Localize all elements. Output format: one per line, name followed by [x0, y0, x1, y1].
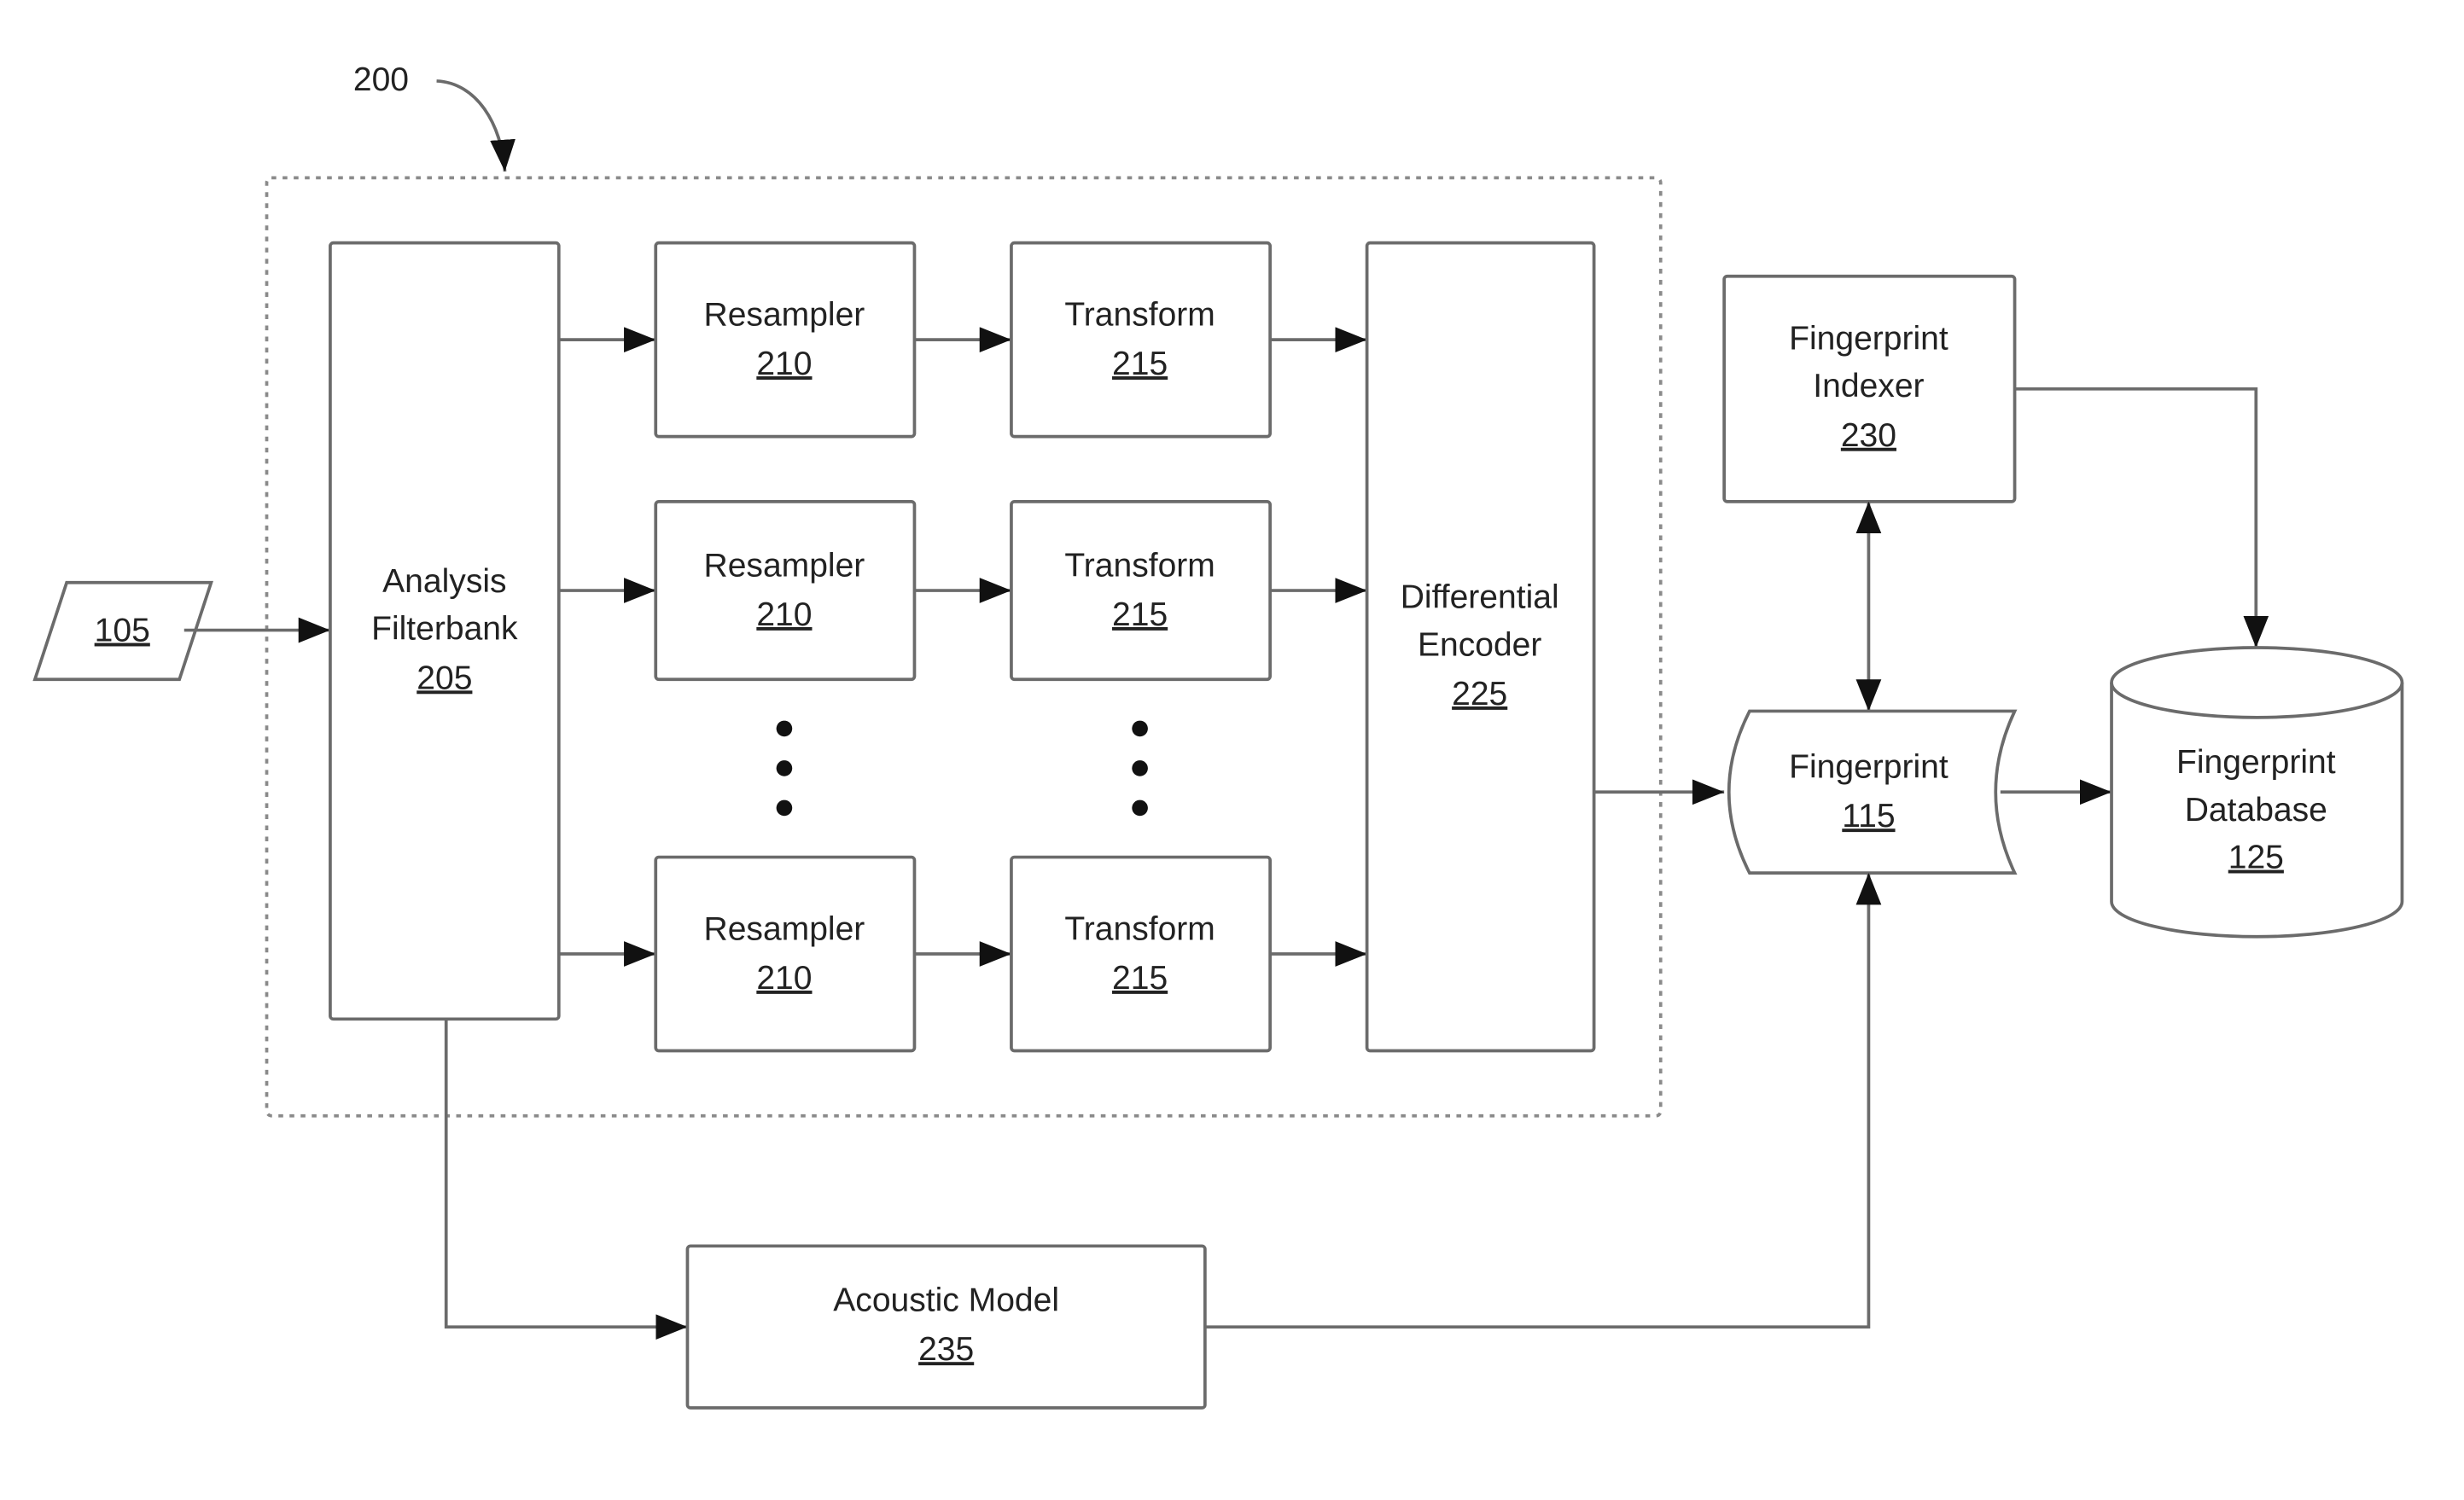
- indexer-label-line2: Indexer: [1813, 368, 1924, 404]
- indexer-number: 230: [1841, 417, 1896, 454]
- reference-label-200: 200: [353, 61, 409, 98]
- resampler-number: 210: [756, 960, 812, 997]
- filterbank-number: 205: [416, 660, 472, 696]
- filterbank-label-line2: Filterbank: [371, 611, 518, 648]
- resampler-210-row2: Resampler 210: [654, 500, 917, 682]
- fingerprint-115: Fingerprint 115: [1727, 709, 2018, 875]
- fingerprint-number: 115: [1842, 798, 1895, 834]
- resampler-label: Resampler: [704, 296, 865, 333]
- filterbank-label-line1: Analysis: [382, 563, 506, 600]
- transform-215-row1: Transform 215: [1010, 241, 1273, 439]
- encoder-label-line2: Encoder: [1418, 626, 1541, 663]
- database-number: 125: [2228, 840, 2284, 876]
- acoustic-model-235: Acoustic Model 235: [685, 1244, 1207, 1410]
- transform-label: Transform: [1064, 547, 1215, 584]
- resampler-label: Resampler: [704, 910, 865, 947]
- transform-number: 215: [1112, 960, 1168, 997]
- resampler-number: 210: [756, 346, 812, 382]
- transform-215-row3: Transform 215: [1010, 855, 1273, 1053]
- block-diagram: 200 105 Analysis Filterbank 205 Resample…: [32, 61, 2404, 1410]
- transform-215-row2: Transform 215: [1010, 500, 1273, 682]
- input-105-number: 105: [95, 613, 150, 649]
- acoustic-model-number: 235: [918, 1331, 974, 1368]
- resampler-label: Resampler: [704, 547, 865, 584]
- analysis-filterbank-205: Analysis Filterbank 205: [329, 241, 561, 1021]
- transform-number: 215: [1112, 346, 1168, 382]
- acoustic-model-label: Acoustic Model: [833, 1282, 1059, 1319]
- resampler-210-row1: Resampler 210: [654, 241, 917, 439]
- arrow-indexer-to-database: [2014, 387, 2269, 648]
- arrow-filterbank-to-acoustic-model: [444, 1019, 688, 1340]
- fingerprint-indexer-230: Fingerprint Indexer 230: [1722, 274, 2017, 503]
- differential-encoder-225: Differential Encoder 225: [1365, 241, 1596, 1053]
- transform-number: 215: [1112, 596, 1168, 633]
- transform-label: Transform: [1064, 910, 1215, 947]
- database-label-line2: Database: [2185, 792, 2327, 828]
- reference-pointer-arrow: [436, 79, 516, 172]
- resampler-210-row3: Resampler 210: [654, 855, 917, 1053]
- fingerprint-label: Fingerprint: [1789, 749, 1948, 786]
- ellipsis-transforms: [1132, 720, 1148, 817]
- encoder-number: 225: [1452, 676, 1507, 712]
- encoder-label-line1: Differential: [1401, 579, 1559, 616]
- transform-label: Transform: [1064, 296, 1215, 333]
- database-label-line1: Fingerprint: [2176, 744, 2336, 781]
- indexer-label-line1: Fingerprint: [1789, 320, 1948, 357]
- ellipsis-resamplers: [776, 720, 793, 817]
- resampler-number: 210: [756, 596, 812, 633]
- fingerprint-database-125: Fingerprint Database 125: [2110, 646, 2404, 939]
